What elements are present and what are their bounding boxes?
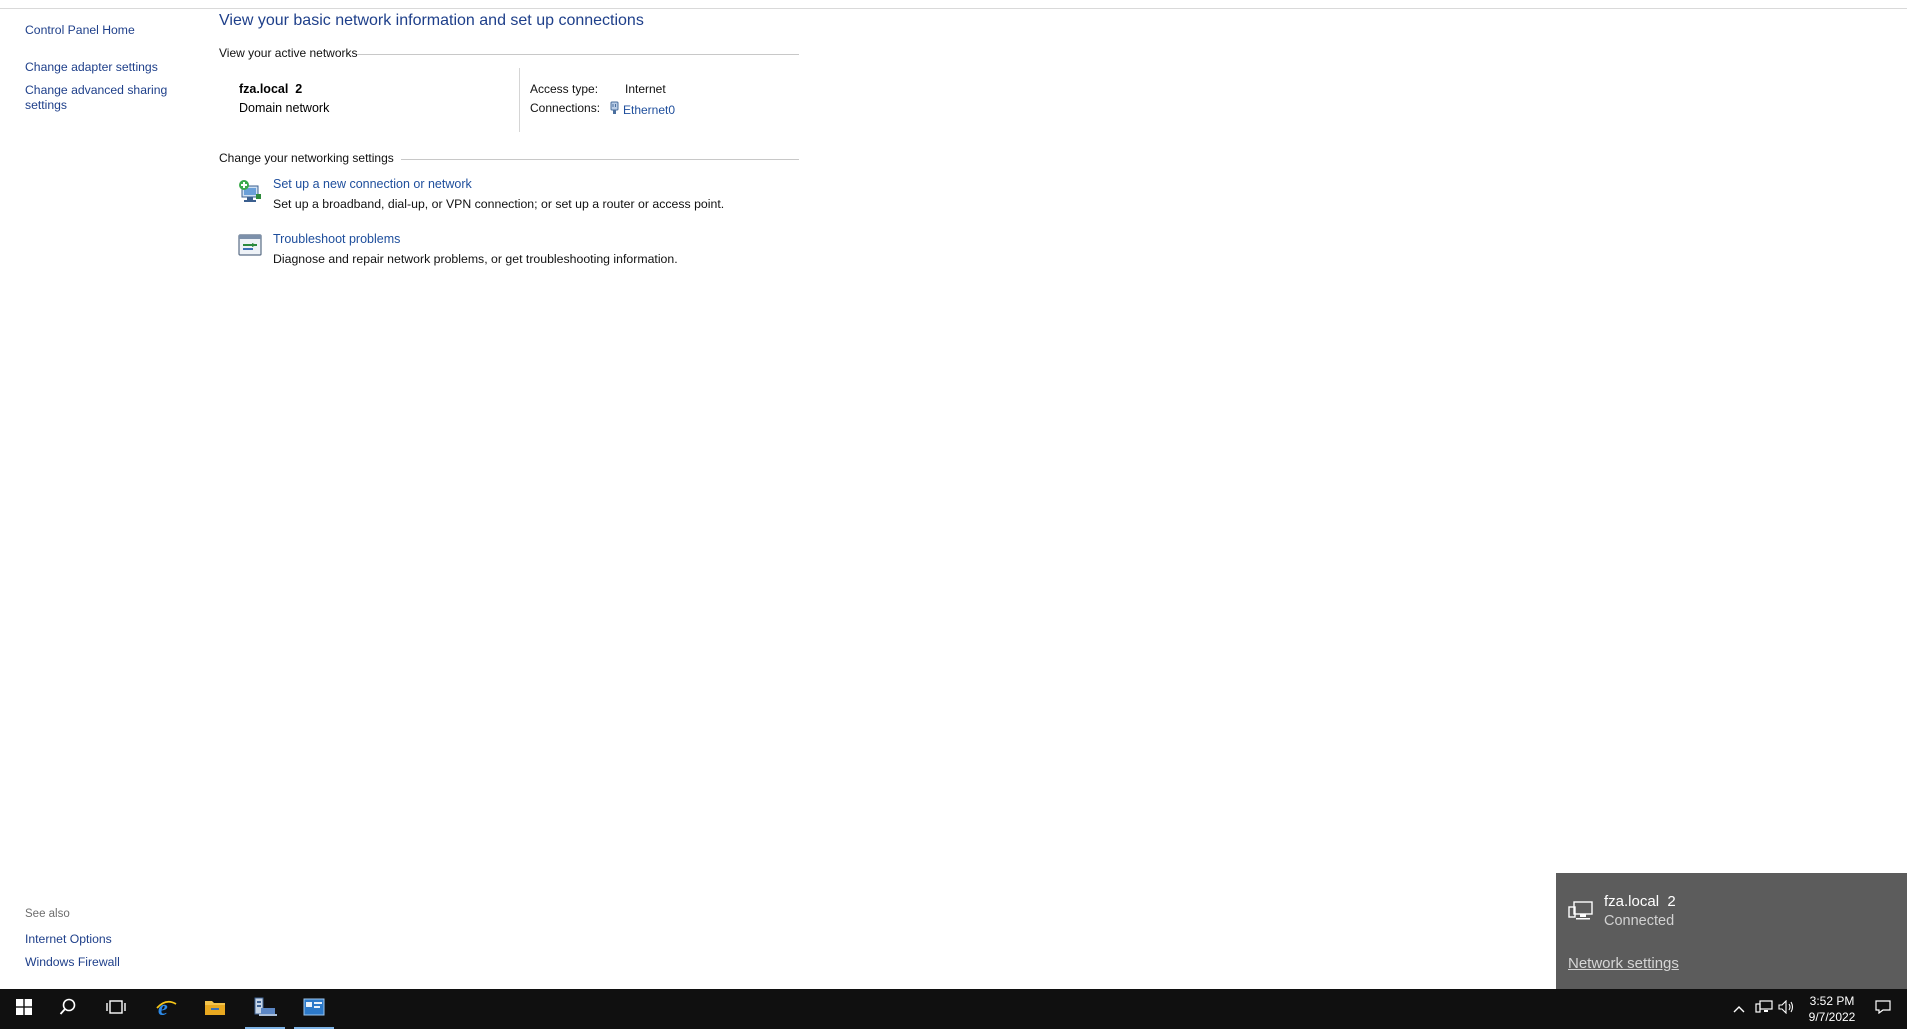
see-also-label: See also	[25, 908, 70, 920]
new-connection-icon	[237, 178, 263, 204]
change-settings-heading: Change your networking settings	[219, 151, 799, 165]
file-explorer-icon	[204, 998, 226, 1021]
action-center-button[interactable]	[1868, 989, 1898, 1029]
section-divider	[401, 159, 799, 160]
change-adapter-settings-link[interactable]: Change adapter settings	[25, 60, 158, 75]
search-button[interactable]	[44, 989, 92, 1029]
wired-network-icon	[1568, 901, 1594, 926]
network-settings-link[interactable]: Network settings	[1568, 955, 1679, 972]
internet-explorer-icon: e	[154, 995, 178, 1024]
setup-connection-description: Set up a broadband, dial-up, or VPN conn…	[273, 197, 725, 211]
access-type-value: Internet	[625, 82, 666, 96]
connections-label: Connections:	[530, 101, 601, 115]
top-divider	[0, 8, 1907, 9]
page-title: View your basic network information and …	[219, 12, 644, 29]
setup-connection-link[interactable]: Set up a new connection or network	[273, 177, 472, 191]
windows-firewall-link[interactable]: Windows Firewall	[25, 955, 120, 970]
flyout-connection-status: Connected	[1604, 913, 1675, 929]
control-panel-icon	[303, 998, 325, 1021]
taskbar-internet-explorer[interactable]: e	[142, 989, 190, 1029]
internet-options-link[interactable]: Internet Options	[25, 932, 112, 947]
start-icon	[16, 998, 32, 1020]
taskbar-clock[interactable]: 3:52 PM 9/7/2022	[1797, 993, 1867, 1025]
network-tray-icon	[1755, 999, 1773, 1019]
start-button[interactable]	[0, 989, 48, 1029]
show-hidden-icons-button[interactable]	[1728, 989, 1750, 1029]
network-type: Domain network	[239, 101, 330, 115]
task-view-icon	[106, 999, 126, 1020]
ethernet-icon	[610, 101, 619, 118]
taskbar-file-explorer[interactable]	[191, 989, 239, 1029]
notification-icon	[1875, 999, 1891, 1019]
svg-text:e: e	[158, 995, 168, 1019]
connections-value: Ethernet0	[610, 101, 675, 118]
speaker-icon	[1778, 999, 1796, 1019]
search-icon	[59, 998, 77, 1021]
network-divider	[519, 68, 520, 132]
clock-time: 3:52 PM	[1809, 994, 1855, 1008]
task-view-button[interactable]	[92, 989, 140, 1029]
tray-network-button[interactable]	[1752, 989, 1776, 1029]
network-flyout: fza.local 2 Connected Network settings	[1556, 873, 1907, 989]
chevron-up-icon	[1733, 1000, 1745, 1018]
taskbar-control-panel[interactable]	[290, 989, 338, 1029]
active-networks-heading-text: View your active networks	[219, 46, 358, 60]
section-divider	[357, 54, 799, 55]
tray-volume-button[interactable]	[1776, 989, 1798, 1029]
troubleshoot-icon	[237, 233, 263, 259]
network-name: fza.local 2	[239, 82, 303, 96]
active-networks-heading: View your active networks	[219, 46, 799, 60]
ethernet0-link[interactable]: Ethernet0	[623, 103, 675, 117]
taskbar: e 3:52 PM 9/7/2022	[0, 989, 1907, 1029]
taskbar-server-manager[interactable]	[241, 989, 289, 1029]
flyout-network-name[interactable]: fza.local 2	[1604, 893, 1676, 910]
clock-date: 9/7/2022	[1808, 1010, 1856, 1024]
troubleshoot-link[interactable]: Troubleshoot problems	[273, 232, 400, 246]
left-navigation-pane: Control Panel Home Change adapter settin…	[0, 9, 208, 989]
troubleshoot-description: Diagnose and repair network problems, or…	[273, 252, 678, 266]
change-settings-heading-text: Change your networking settings	[219, 151, 394, 165]
access-type-label: Access type:	[530, 82, 599, 96]
change-advanced-sharing-link[interactable]: Change advanced sharing settings	[25, 83, 175, 113]
control-panel-home-link[interactable]: Control Panel Home	[25, 23, 135, 38]
server-manager-icon	[253, 996, 277, 1023]
